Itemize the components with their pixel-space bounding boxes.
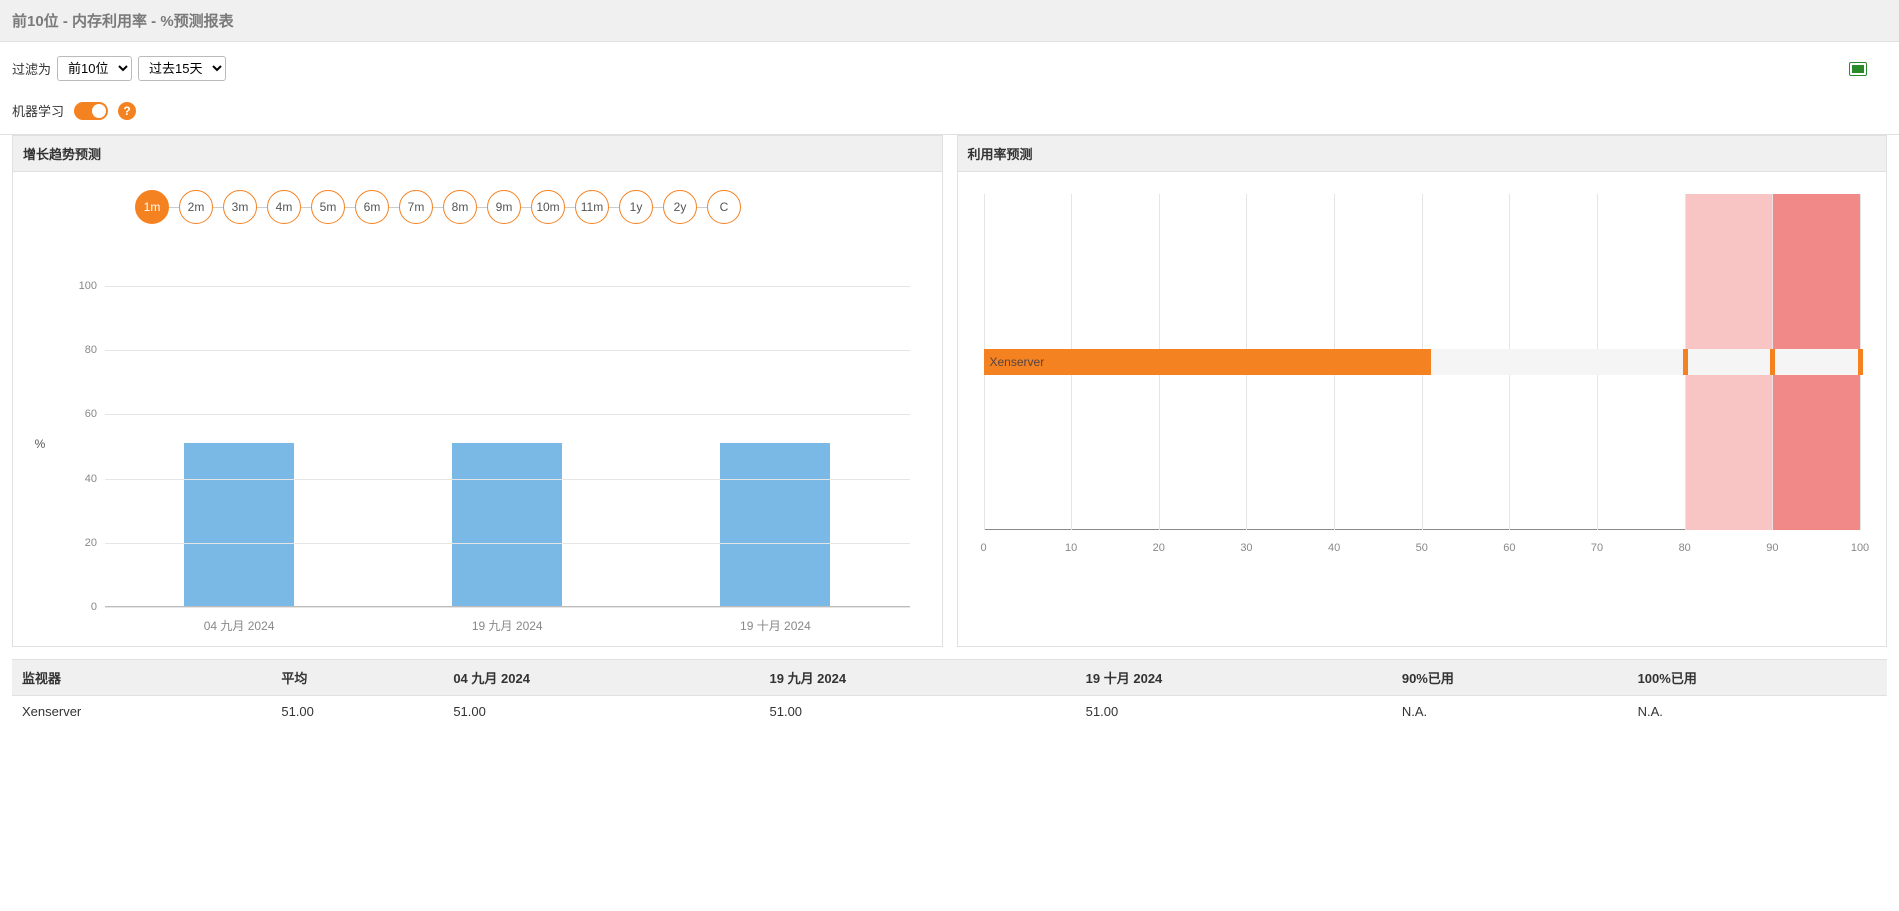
range-separator [389,207,399,208]
bar[interactable] [452,443,562,606]
util-x-tick: 70 [1591,542,1603,554]
table-row[interactable]: Xenserver51.0051.0051.0051.00N.A.N.A. [12,696,1887,728]
table-cell: 51.00 [760,696,1076,728]
y-axis-label: % [25,254,55,634]
range-separator [697,207,707,208]
range-separator [345,207,355,208]
range-1y[interactable]: 1y [619,190,653,224]
table-cell: Xenserver [12,696,271,728]
y-tick: 100 [65,280,97,292]
data-table: 监视器平均04 九月 202419 九月 202419 十月 202490%已用… [12,659,1887,727]
range-separator [169,207,179,208]
filter-period-select[interactable]: 过去15天 [138,56,226,81]
range-6m[interactable]: 6m [355,190,389,224]
range-10m[interactable]: 10m [531,190,565,224]
x-tick: 04 九月 2024 [204,617,275,634]
range-separator [565,207,575,208]
table-header: 19 九月 2024 [760,660,1076,696]
util-x-tick: 10 [1065,542,1077,554]
y-tick: 20 [65,537,97,549]
table-header: 100%已用 [1628,660,1887,696]
table-header: 90%已用 [1392,660,1628,696]
range-2y[interactable]: 2y [663,190,697,224]
y-tick: 0 [65,601,97,613]
range-3m[interactable]: 3m [223,190,257,224]
x-tick: 19 十月 2024 [740,617,811,634]
ml-toggle[interactable] [74,102,108,120]
utilization-panel-title: 利用率预测 [958,136,1887,172]
range-7m[interactable]: 7m [399,190,433,224]
threshold-mark [1683,349,1688,375]
table-header: 19 十月 2024 [1076,660,1392,696]
util-x-tick: 30 [1240,542,1252,554]
range-1m[interactable]: 1m [135,190,169,224]
x-tick: 19 九月 2024 [472,617,543,634]
table-header: 04 九月 2024 [443,660,759,696]
table-header: 平均 [271,660,443,696]
range-C[interactable]: C [707,190,741,224]
gridline [105,286,910,287]
range-separator [433,207,443,208]
range-4m[interactable]: 4m [267,190,301,224]
y-tick: 80 [65,344,97,356]
table-header: 监视器 [12,660,271,696]
util-x-tick: 80 [1679,542,1691,554]
y-tick: 60 [65,408,97,420]
growth-panel-title: 增长趋势预测 [13,136,942,172]
threshold-mark [1770,349,1775,375]
gridline [105,479,910,480]
help-icon[interactable]: ? [118,102,136,120]
range-separator [477,207,487,208]
threshold-mark [1858,349,1863,375]
growth-panel: 增长趋势预测 1m 2m 3m 4m 5m 6m 7m 8m 9m 10m 11m 1y 2y C % 0… [12,135,943,647]
table-cell: N.A. [1392,696,1628,728]
table-cell: 51.00 [271,696,443,728]
bar[interactable] [184,443,294,606]
gridline [105,350,910,351]
page-title: 前10位 - 内存利用率 - %预测报表 [0,0,1899,42]
range-separator [301,207,311,208]
util-x-tick: 20 [1153,542,1165,554]
range-9m[interactable]: 9m [487,190,521,224]
range-5m[interactable]: 5m [311,190,345,224]
util-x-tick: 40 [1328,542,1340,554]
range-separator [653,207,663,208]
table-cell: N.A. [1628,696,1887,728]
range-2m[interactable]: 2m [179,190,213,224]
util-x-tick: 90 [1766,542,1778,554]
table-cell: 51.00 [1076,696,1392,728]
gridline [105,607,910,608]
bar[interactable] [720,443,830,606]
util-x-tick: 0 [980,542,986,554]
gridline [105,414,910,415]
utilization-panel: 利用率预测 0 10 20 30 40 50 60 70 80 90 100 Xenserver [957,135,1888,647]
util-x-tick: 50 [1416,542,1428,554]
range-separator [609,207,619,208]
export-icon[interactable] [1849,62,1867,76]
table-cell: 51.00 [443,696,759,728]
range-separator [521,207,531,208]
util-x-tick: 60 [1503,542,1515,554]
range-8m[interactable]: 8m [443,190,477,224]
range-separator [213,207,223,208]
y-tick: 40 [65,473,97,485]
util-bar[interactable]: Xenserver [984,349,1431,375]
gridline [105,543,910,544]
util-x-tick: 100 [1851,542,1869,554]
filter-label: 过滤为 [12,59,51,78]
range-11m[interactable]: 11m [575,190,609,224]
range-separator [257,207,267,208]
filter-top-select[interactable]: 前10位 [57,56,132,81]
ml-label: 机器学习 [12,101,64,120]
